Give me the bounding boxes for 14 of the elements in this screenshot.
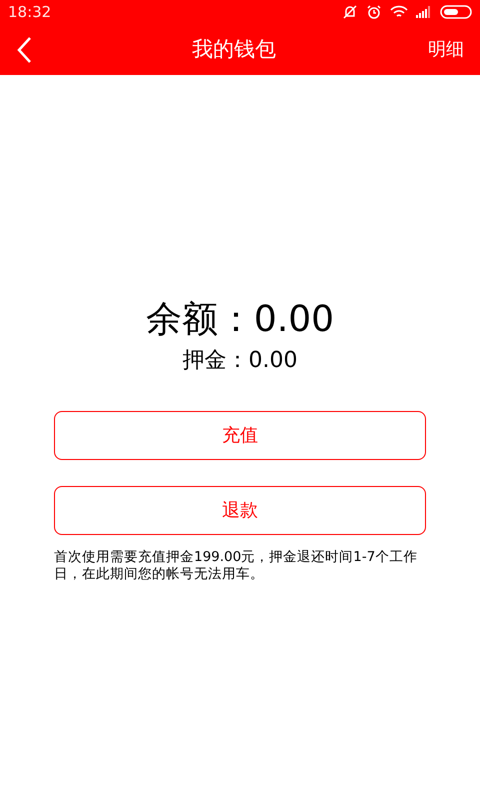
notice-text: 首次使用需要充值押金199.00元，押金退还时间1-7个工作日，在此期间您的帐号无法用车。 [53, 549, 418, 583]
wifi-icon [390, 5, 408, 19]
action-button[interactable]: 退款 [54, 486, 426, 535]
status-time: 18:32 [8, 2, 52, 23]
action-button[interactable]: 充值 [54, 411, 426, 460]
back-icon [16, 36, 32, 64]
balance-text: 余额：0.00 [146, 298, 334, 342]
signal-icon [416, 6, 432, 18]
alarm-icon [366, 4, 382, 20]
mute-bell-icon [342, 4, 358, 20]
page-title: 我的钱包 [192, 36, 276, 63]
details-link[interactable]: 明细 [428, 36, 464, 63]
battery-icon [440, 5, 472, 19]
deposit-text: 押金：0.00 [182, 347, 298, 375]
